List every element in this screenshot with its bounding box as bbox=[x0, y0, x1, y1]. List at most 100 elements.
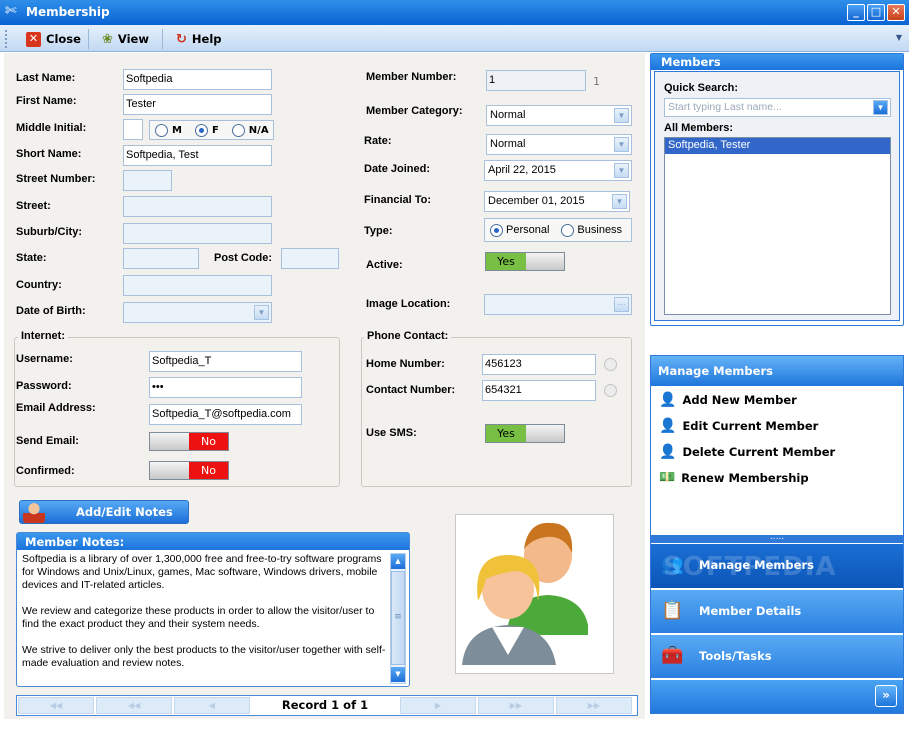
notes-scrollbar[interactable]: ▲ ≡ ▼ bbox=[390, 553, 406, 684]
state-field[interactable] bbox=[123, 248, 199, 269]
expand-nav-button[interactable]: » bbox=[875, 685, 897, 707]
type-label: Type: bbox=[364, 225, 393, 237]
nav-manage-members[interactable]: 👥 SOFTPEDIA Manage Members bbox=[651, 544, 903, 588]
next-page-button[interactable]: ▶▶ bbox=[478, 697, 554, 714]
scroll-down-icon[interactable]: ▼ bbox=[391, 667, 405, 682]
member-category-select[interactable]: Normal ▼ bbox=[486, 105, 632, 126]
first-record-button[interactable]: ◀◀ bbox=[18, 697, 94, 714]
last-name-label: Last Name: bbox=[16, 72, 76, 84]
use-sms-toggle[interactable]: Yes bbox=[485, 424, 565, 443]
toolbar-overflow-button[interactable]: ▼ bbox=[893, 27, 905, 49]
gender-m-radio[interactable] bbox=[155, 123, 168, 137]
chevron-down-icon[interactable]: ▼ bbox=[873, 100, 888, 115]
prev-page-button[interactable]: ◀◀ bbox=[96, 697, 172, 714]
quick-search-label: Quick Search: bbox=[664, 82, 738, 94]
panel-splitter[interactable]: ..... bbox=[651, 533, 903, 543]
delete-current-member-action[interactable]: 👤 Delete Current Member bbox=[659, 444, 835, 460]
scroll-thumb[interactable]: ≡ bbox=[391, 571, 405, 665]
post-code-field[interactable] bbox=[281, 248, 339, 269]
short-name-label: Short Name: bbox=[16, 148, 82, 160]
suburb-field[interactable] bbox=[123, 223, 272, 244]
country-field[interactable] bbox=[123, 275, 272, 296]
notes-user-icon bbox=[23, 501, 45, 523]
tools-icon: 🧰 bbox=[661, 645, 684, 666]
send-email-toggle[interactable]: No bbox=[149, 432, 229, 451]
username-field[interactable]: Softpedia_T bbox=[149, 351, 302, 372]
add-new-member-action[interactable]: 👤 Add New Member bbox=[659, 392, 797, 408]
member-notes-text: Softpedia is a library of over 1,300,000… bbox=[22, 553, 386, 670]
date-joined-picker[interactable]: April 22, 2015 ▼ bbox=[484, 160, 632, 181]
type-personal-radio[interactable] bbox=[490, 223, 503, 237]
first-name-field[interactable]: Tester bbox=[123, 94, 272, 115]
chevron-down-icon: ▼ bbox=[254, 305, 269, 320]
nav-member-details[interactable]: 📋 Member Details bbox=[651, 590, 903, 633]
contact-number-indicator[interactable] bbox=[604, 384, 617, 397]
chevron-down-icon: ▼ bbox=[614, 137, 629, 152]
quick-search-input[interactable]: Start typing Last name... ▼ bbox=[664, 98, 891, 117]
view-button[interactable]: ❀ View bbox=[102, 30, 149, 48]
close-button[interactable]: ✕ Close bbox=[26, 30, 81, 48]
window-title: Membership bbox=[26, 5, 110, 19]
rate-label: Rate: bbox=[364, 135, 392, 147]
post-code-label: Post Code: bbox=[214, 252, 273, 264]
street-field[interactable] bbox=[123, 196, 272, 217]
confirmed-toggle[interactable]: No bbox=[149, 461, 229, 480]
add-new-member-label: Add New Member bbox=[682, 393, 797, 407]
contact-number-label: Contact Number: bbox=[366, 384, 456, 396]
home-number-field[interactable]: 456123 bbox=[482, 354, 596, 375]
renew-membership-action[interactable]: 💵 Renew Membership bbox=[659, 470, 809, 485]
nav-tools-tasks[interactable]: 🧰 Tools/Tasks bbox=[651, 635, 903, 678]
gender-na-label: N/A bbox=[248, 124, 269, 136]
members-illustration bbox=[462, 522, 588, 665]
email-label: Email Address: bbox=[16, 402, 96, 414]
title-bar: ✄ Membership _ □ ✕ bbox=[0, 0, 909, 25]
contact-number-field[interactable]: 654321 bbox=[482, 380, 596, 401]
active-toggle[interactable]: Yes bbox=[485, 252, 565, 271]
home-number-indicator[interactable] bbox=[604, 358, 617, 371]
nav-footer: » bbox=[651, 680, 903, 713]
middle-initial-label: Middle Initial: bbox=[16, 122, 87, 134]
toolbar-separator bbox=[162, 29, 163, 49]
member-category-value: Normal bbox=[490, 109, 526, 121]
edit-current-member-label: Edit Current Member bbox=[682, 419, 819, 433]
rate-select[interactable]: Normal ▼ bbox=[486, 134, 632, 155]
list-item[interactable]: Softpedia, Tester bbox=[665, 138, 890, 154]
delete-current-member-label: Delete Current Member bbox=[682, 445, 836, 459]
maximize-button[interactable]: □ bbox=[867, 4, 885, 21]
close-label: Close bbox=[46, 32, 81, 46]
scroll-up-icon[interactable]: ▲ bbox=[391, 554, 405, 569]
last-record-button[interactable]: ▶▶ bbox=[556, 697, 632, 714]
view-icon: ❀ bbox=[102, 31, 113, 47]
prev-record-button[interactable]: ◀ bbox=[174, 697, 250, 714]
street-number-field[interactable] bbox=[123, 170, 172, 191]
use-sms-toggle-value: Yes bbox=[486, 425, 526, 442]
financial-to-picker[interactable]: December 01, 2015 ▼ bbox=[484, 191, 630, 212]
middle-initial-field[interactable] bbox=[123, 119, 143, 140]
close-window-button[interactable]: ✕ bbox=[887, 4, 905, 21]
image-location-field[interactable]: ··· bbox=[484, 294, 632, 315]
short-name-field[interactable]: Softpedia, Test bbox=[123, 145, 272, 166]
minimize-button[interactable]: _ bbox=[847, 4, 865, 21]
gender-f-radio[interactable] bbox=[194, 123, 208, 137]
toolbar-separator bbox=[88, 29, 89, 49]
financial-to-value: December 01, 2015 bbox=[488, 195, 585, 207]
browse-icon[interactable]: ··· bbox=[614, 297, 629, 312]
app-icon: ✄ bbox=[5, 3, 17, 19]
members-panel: Members Quick Search: Start typing Last … bbox=[650, 53, 904, 326]
password-field[interactable]: ••• bbox=[149, 377, 302, 398]
gender-na-radio[interactable] bbox=[231, 123, 245, 137]
nav-manage-members-label: Manage Members bbox=[699, 558, 814, 572]
next-record-button[interactable]: ▶ bbox=[400, 697, 476, 714]
type-business-radio[interactable] bbox=[561, 223, 575, 237]
manage-members-title: Manage Members bbox=[651, 356, 903, 386]
dob-picker[interactable]: ▼ bbox=[123, 302, 272, 323]
last-name-field[interactable]: Softpedia bbox=[123, 69, 272, 90]
members-list: Softpedia, Tester bbox=[664, 137, 891, 315]
email-field[interactable]: Softpedia_T@softpedia.com bbox=[149, 404, 302, 425]
phone-group-title: Phone Contact: bbox=[364, 330, 452, 342]
help-button[interactable]: ↻ Help bbox=[176, 30, 222, 48]
add-edit-notes-button[interactable]: Add/Edit Notes bbox=[19, 500, 189, 524]
confirmed-label: Confirmed: bbox=[16, 465, 75, 477]
edit-current-member-action[interactable]: 👤 Edit Current Member bbox=[659, 418, 818, 434]
use-sms-label: Use SMS: bbox=[366, 427, 417, 439]
